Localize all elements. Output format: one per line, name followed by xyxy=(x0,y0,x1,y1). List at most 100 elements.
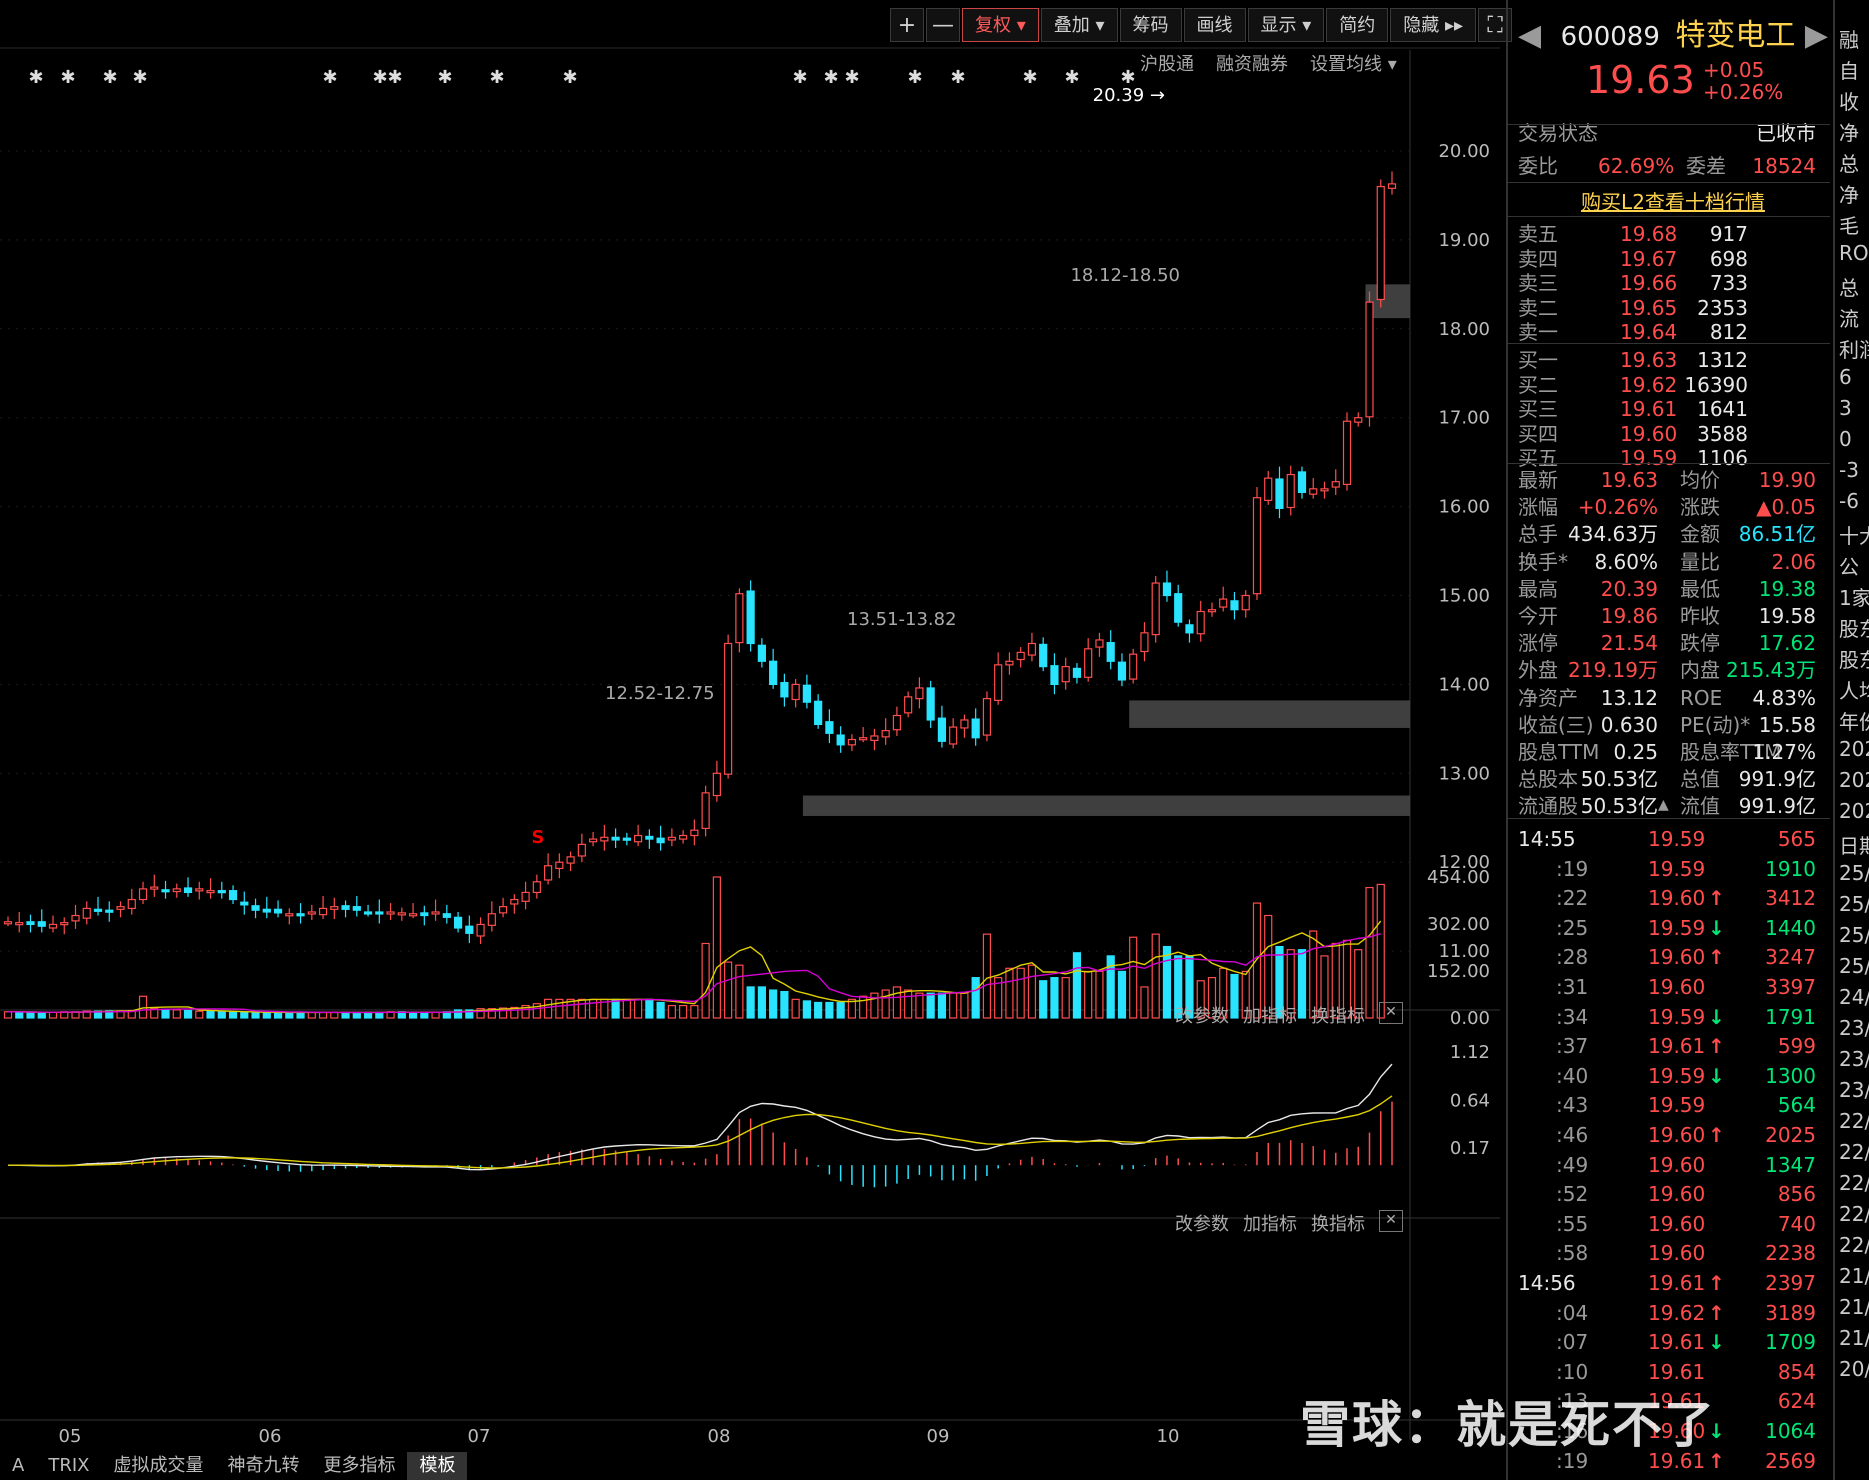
event-marker-icon[interactable]: ✱ xyxy=(907,67,922,88)
prev-stock-icon[interactable]: ◀ xyxy=(1518,18,1541,53)
candle-body xyxy=(1151,582,1160,636)
next-stock-icon[interactable]: ▶ xyxy=(1805,18,1828,54)
volume-bar xyxy=(341,1011,350,1019)
volume-close-icon[interactable]: ✕ xyxy=(1379,1002,1403,1024)
candle-body xyxy=(949,726,958,745)
candle-body xyxy=(645,835,654,840)
macd-add-indicator[interactable]: 加指标 xyxy=(1243,1210,1297,1236)
event-marker-icon[interactable]: ✱ xyxy=(792,67,807,88)
stat-label: 今开 xyxy=(1518,604,1558,628)
event-marker-icon[interactable]: ✱ xyxy=(1022,67,1037,88)
stat-label: 内盘 xyxy=(1680,658,1720,683)
tick-price: 19.59 xyxy=(1648,1063,1706,1088)
far-right-label: 25/ xyxy=(1839,892,1869,916)
far-right-label: 股东 xyxy=(1839,617,1869,641)
candle-body xyxy=(172,888,181,893)
indicator-tab[interactable]: 模板 xyxy=(407,1452,468,1480)
price-tick-label: 18.00 xyxy=(1438,319,1490,340)
tick-volume: 1910 xyxy=(1765,856,1816,881)
event-marker-icon[interactable]: ✱ xyxy=(562,67,577,88)
macd-edit-params[interactable]: 改参数 xyxy=(1175,1210,1229,1236)
far-right-label: 25/ xyxy=(1839,861,1869,885)
volume-add-indicator[interactable]: 加指标 xyxy=(1243,1002,1297,1028)
down-arrow-icon: ↓ xyxy=(1708,915,1725,940)
indicator-tab[interactable]: 更多指标 xyxy=(311,1452,407,1480)
volume-bar xyxy=(791,998,800,1019)
tick-price: 19.60 xyxy=(1648,1211,1706,1236)
candle-body xyxy=(937,717,947,742)
stat-label: 外盘 xyxy=(1518,658,1558,683)
volume-bar xyxy=(285,1011,294,1019)
candle-body xyxy=(1219,598,1228,608)
candle-body xyxy=(634,834,643,843)
buy-l2-link[interactable]: 购买L2查看十档行情 xyxy=(1518,189,1828,215)
candle-body xyxy=(926,687,935,721)
indicator-tab[interactable]: 虚拟成交量 xyxy=(101,1452,215,1480)
candle-body xyxy=(3,921,13,925)
event-marker-icon[interactable]: ✱ xyxy=(950,67,965,88)
tick-volume: 2569 xyxy=(1765,1448,1816,1473)
volume-bar xyxy=(273,1011,283,1019)
level-volume: 1312 xyxy=(1697,348,1748,372)
event-marker-icon[interactable]: ✱ xyxy=(1064,67,1079,88)
volume-bar xyxy=(656,1001,665,1019)
event-marker-icon[interactable]: ✱ xyxy=(823,67,838,88)
event-marker-icon[interactable]: ✱ xyxy=(387,67,402,88)
tick-volume: 1300 xyxy=(1765,1063,1816,1088)
tick-price: 19.61 xyxy=(1648,1330,1706,1355)
indicator-tab[interactable]: TRIX xyxy=(36,1452,101,1480)
tick-time: :43 xyxy=(1556,1093,1589,1118)
volume-bar xyxy=(1039,980,1048,1019)
far-right-label: 0 xyxy=(1839,427,1852,451)
candle-body xyxy=(510,898,519,905)
event-marker-icon[interactable]: ✱ xyxy=(372,67,387,88)
volume-switch-indicator[interactable]: 换指标 xyxy=(1311,1002,1365,1028)
macd-dea-line xyxy=(8,1095,1393,1169)
candle-body xyxy=(971,718,980,739)
candle-body xyxy=(37,921,46,927)
weibi-label: 委比 xyxy=(1518,154,1558,178)
stat-value: 19.90 xyxy=(1758,468,1816,492)
far-right-label: 22/ xyxy=(1839,1109,1869,1133)
event-marker-icon[interactable]: ✱ xyxy=(437,67,452,88)
macd-switch-indicator[interactable]: 换指标 xyxy=(1311,1210,1365,1236)
stat-row: 股息TTM 0.25 股息率TTM 1.27% xyxy=(1518,739,1828,765)
event-marker-icon[interactable]: ✱ xyxy=(489,67,504,88)
candle-body xyxy=(1376,185,1385,301)
price-tick-label: 17.00 xyxy=(1438,408,1490,429)
event-marker-icon[interactable]: ✱ xyxy=(132,67,147,88)
candle-body xyxy=(1331,481,1340,488)
tick-volume: 2397 xyxy=(1765,1271,1816,1295)
indicator-tab[interactable]: 神奇九转 xyxy=(215,1452,311,1480)
stat-value: 50.53亿 xyxy=(1580,767,1658,792)
candle-body xyxy=(1106,642,1115,662)
event-marker-icon[interactable]: ✱ xyxy=(28,67,43,88)
far-right-label: 6 xyxy=(1839,365,1852,389)
candle-body xyxy=(465,925,474,934)
candle-body xyxy=(859,737,868,741)
event-marker-icon[interactable]: ✱ xyxy=(844,67,859,88)
tick-row: :55 19.60 740 xyxy=(1518,1211,1828,1237)
stat-value: 991.9亿 xyxy=(1738,794,1816,819)
tick-row: :34 19.59 ↓ 1791 xyxy=(1518,1004,1828,1030)
candle-body xyxy=(1309,488,1318,495)
tick-volume: 564 xyxy=(1777,1093,1816,1118)
event-marker-icon[interactable]: ✱ xyxy=(102,67,117,88)
macd-close-icon[interactable]: ✕ xyxy=(1379,1210,1403,1232)
event-marker-icon[interactable]: ✱ xyxy=(322,67,337,88)
event-marker-icon[interactable]: ✱ xyxy=(60,67,75,88)
candle-body xyxy=(566,856,575,864)
collapse-icon[interactable]: ▲ xyxy=(1658,797,1669,813)
tick-time: :31 xyxy=(1556,975,1589,999)
volume-tick-label: 0.00 xyxy=(1450,1008,1490,1029)
candle-body xyxy=(442,913,451,918)
volume-edit-params[interactable]: 改参数 xyxy=(1175,1002,1229,1028)
indicator-tab[interactable]: A xyxy=(0,1452,36,1480)
volume-tick-label: 454.00 xyxy=(1427,867,1490,888)
stat-label: 总手 xyxy=(1518,522,1558,547)
tick-price: 19.59 xyxy=(1648,827,1706,851)
volume-bar xyxy=(1084,970,1093,1019)
candle-body xyxy=(1387,183,1397,189)
volume-bar xyxy=(724,961,733,1019)
stat-label: 昨收 xyxy=(1680,604,1720,628)
